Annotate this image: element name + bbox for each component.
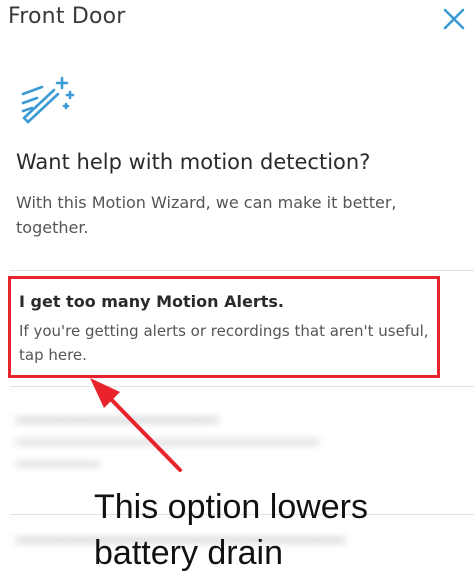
app-header: Front Door	[0, 0, 474, 44]
option-too-many-alerts[interactable]: I get too many Motion Alerts. If you're …	[8, 276, 440, 378]
wizard-heading: Want help with motion detection?	[16, 150, 371, 174]
device-title: Front Door	[8, 4, 126, 29]
divider	[10, 386, 474, 387]
option-blurred[interactable]: ━━━━━━━━━━━━━━━━━━━━━━━━ ━━━━━━━━━━━━━━━…	[16, 410, 319, 476]
annotation-text: This option lowers battery drain	[94, 484, 368, 576]
option-description: If you're getting alerts or recordings t…	[19, 322, 429, 364]
divider	[10, 270, 474, 271]
annotation-line: battery drain	[94, 534, 283, 572]
magic-wand-icon	[21, 76, 75, 124]
close-button[interactable]	[440, 4, 468, 34]
wizard-subtitle: With this Motion Wizard, we can make it …	[16, 193, 397, 237]
annotation-line: This option lowers	[94, 488, 369, 526]
close-icon	[443, 8, 465, 30]
option-title: I get too many Motion Alerts.	[19, 292, 284, 311]
